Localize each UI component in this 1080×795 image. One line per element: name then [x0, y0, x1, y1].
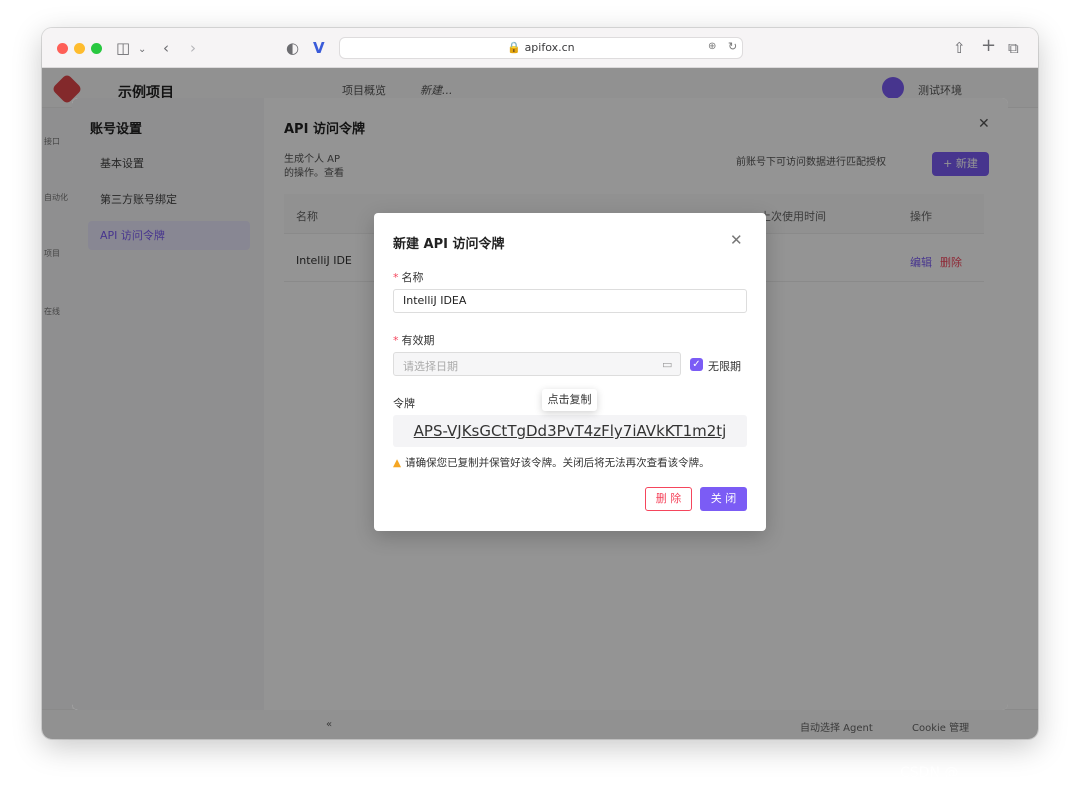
modal-title: 新建 API 访问令牌	[393, 237, 505, 252]
translate-icon[interactable]: ⊕	[708, 41, 716, 52]
warning-message: ▲ 请确保您已复制并保管好该令牌。关闭后将无法再次查看该令牌。	[393, 455, 710, 470]
required-mark: *	[393, 334, 399, 347]
close-window-button[interactable]	[57, 43, 68, 54]
date-input[interactable]: 请选择日期 ▭	[393, 352, 681, 376]
address-bar[interactable]: 🔒 apifox.cn ⊕ ↻	[339, 37, 743, 59]
delete-button[interactable]: 删 除	[645, 487, 692, 511]
expiry-label: * 有效期	[393, 332, 435, 348]
name-input[interactable]: IntelliJ IDEA	[393, 289, 747, 313]
token-value[interactable]: APS-VJKsGCtTgDd3PvT4zFly7iAVkKT1m2tj	[393, 422, 747, 440]
back-icon[interactable]: ‹	[163, 38, 169, 58]
chevron-down-icon[interactable]: ⌄	[138, 40, 146, 60]
account-settings-panel: 账号设置 基本设置 第三方账号绑定 API 访问令牌 API 访问令牌 ✕ 生成…	[72, 98, 1008, 710]
modal-close-icon[interactable]: ✕	[730, 231, 743, 249]
token-label: 令牌	[393, 397, 415, 410]
sidebar-toggle-icon[interactable]: ◫	[116, 38, 130, 58]
watermark: CSDN @​	[900, 765, 959, 781]
expiry-label-text: 有效期	[401, 334, 435, 347]
close-button[interactable]: 关 闭	[700, 487, 747, 511]
token-box[interactable]: APS-VJKsGCtTgDd3PvT4zFly7iAVkKT1m2tj	[393, 415, 747, 447]
unlimited-label[interactable]: 无限期	[708, 358, 741, 374]
forward-icon[interactable]: ›	[190, 38, 196, 58]
shield-icon[interactable]: ◐	[286, 38, 299, 58]
page-content: 示例项目 项目概览 新建... 测试环境 接口 自动化 项目 在线 « 自动选择…	[42, 68, 1038, 739]
url-text: apifox.cn	[524, 41, 575, 54]
maximize-window-button[interactable]	[91, 43, 102, 54]
browser-window: ◫ ⌄ ‹ › ◐ V 🔒 apifox.cn ⊕ ↻ ⇧ + ⧉ 示例项目 项…	[42, 28, 1038, 739]
calendar-icon: ▭	[662, 358, 673, 371]
browser-toolbar: ◫ ⌄ ‹ › ◐ V 🔒 apifox.cn ⊕ ↻ ⇧ + ⧉	[42, 28, 1038, 68]
share-icon[interactable]: ⇧	[953, 38, 966, 58]
copy-tooltip: 点击复制	[542, 389, 597, 411]
warning-text: 请确保您已复制并保管好该令牌。关闭后将无法再次查看该令牌。	[405, 457, 710, 469]
required-mark: *	[393, 271, 399, 284]
name-label: * 名称	[393, 269, 424, 285]
unlimited-checkbox[interactable]: ✓	[690, 358, 703, 371]
lock-icon: 🔒	[507, 41, 525, 54]
new-tab-icon[interactable]: +	[981, 36, 996, 56]
tabs-overview-icon[interactable]: ⧉	[1008, 38, 1019, 58]
name-label-text: 名称	[401, 271, 424, 284]
new-token-modal: 新建 API 访问令牌 ✕ * 名称 IntelliJ IDEA * 有效期 请选择…	[374, 213, 766, 531]
extension-v-icon[interactable]: V	[313, 38, 325, 58]
warning-icon: ▲	[393, 457, 402, 469]
minimize-window-button[interactable]	[74, 43, 85, 54]
reload-icon[interactable]: ↻	[728, 40, 737, 53]
date-placeholder: 请选择日期	[403, 360, 458, 373]
